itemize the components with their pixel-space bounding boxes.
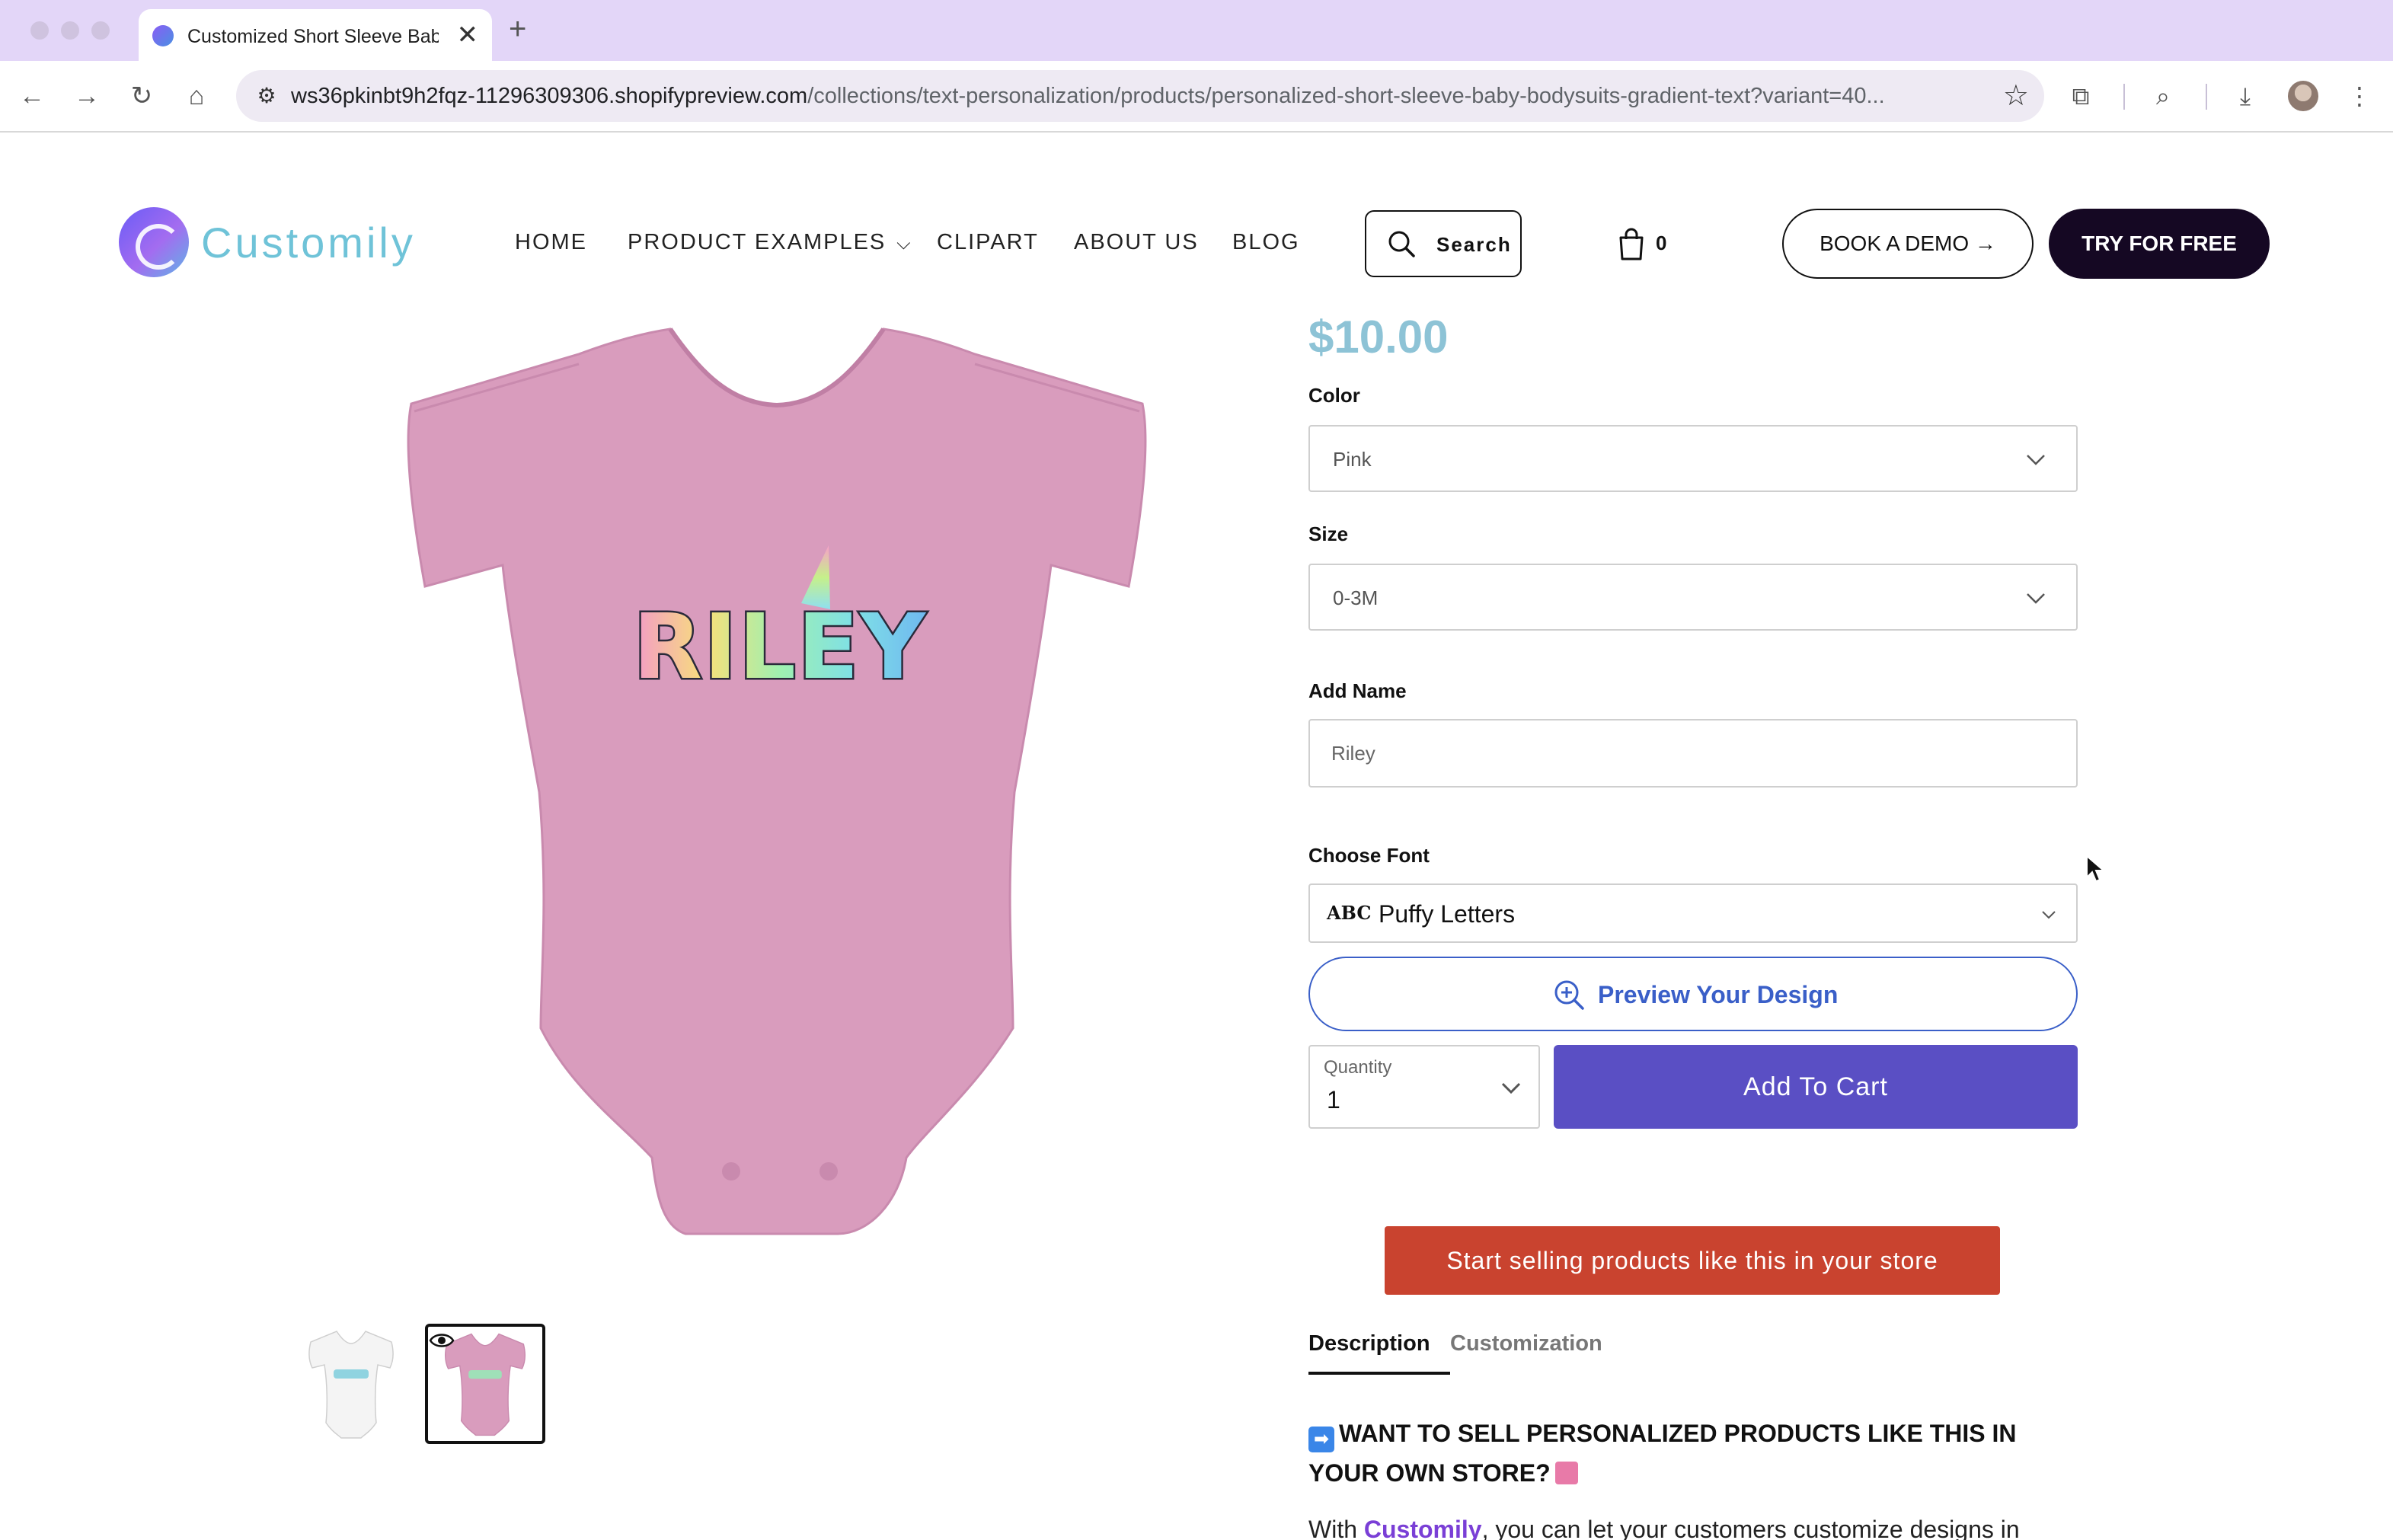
font-label: Choose Font (1308, 844, 1430, 867)
window-minimize-dot[interactable] (61, 21, 79, 40)
back-icon[interactable]: ← (14, 78, 50, 114)
chevron-down-icon (2027, 593, 2045, 604)
window-close-dot[interactable] (30, 21, 49, 40)
description-body-suffix: , you can let your customers customize d… (1481, 1516, 2020, 1540)
thumbnail-white[interactable] (291, 1324, 411, 1444)
preview-design-label: Preview Your Design (1598, 981, 1839, 1008)
product-image[interactable]: RILEY (381, 320, 1165, 1249)
color-select-value: Pink (1333, 448, 1372, 471)
favicon-icon (152, 25, 174, 46)
window-zoom-dot[interactable] (91, 21, 110, 40)
new-tab-icon[interactable]: + (509, 12, 526, 46)
product-tabs: Description Customization (1308, 1325, 2078, 1379)
size-label: Size (1308, 522, 1349, 545)
home-icon[interactable]: ⌂ (178, 78, 215, 114)
tab-description[interactable]: Description (1308, 1331, 1450, 1375)
nav-clipart[interactable]: CLIPART (937, 230, 1039, 255)
name-label: Add Name (1308, 679, 1407, 702)
nav-blog[interactable]: BLOG (1232, 230, 1300, 255)
tab-customization[interactable]: Customization (1450, 1331, 1602, 1356)
site-info-icon[interactable]: ⚙ (250, 79, 283, 113)
star-icon[interactable]: ☆ (2003, 78, 2029, 114)
cart-icon[interactable] (1616, 227, 1647, 260)
description-body: With Customily, you can let your custome… (1308, 1514, 2078, 1540)
design-text: RILEY (633, 594, 927, 699)
description-heading-text: WANT TO SELL PERSONALIZED PRODUCTS LIKE … (1308, 1420, 2017, 1487)
address-bar[interactable]: ⚙ ws36pkinbt9h2fqz-11296309306.shopifypr… (236, 70, 2044, 122)
nav-about[interactable]: ABOUT US (1074, 230, 1199, 255)
logo-icon[interactable] (119, 207, 189, 277)
add-to-cart-button[interactable]: Add To Cart (1554, 1045, 2078, 1129)
extensions-icon[interactable]: ⧉ (2062, 78, 2099, 114)
reload-icon[interactable]: ↻ (123, 78, 160, 114)
browser-tab-bar: Customized Short Sleeve Bab ✕ + (0, 0, 2393, 61)
mouse-cursor-icon (2086, 855, 2105, 883)
onesie-shape (407, 327, 1147, 1235)
description-heading: ➡ WANT TO SELL PERSONALIZED PRODUCTS LIKE… (1308, 1414, 2078, 1493)
try-free-button[interactable]: TRY FOR FREE (2049, 209, 2270, 279)
chevron-down-icon (2042, 911, 2056, 919)
start-selling-button[interactable]: Start selling products like this in your… (1385, 1226, 2000, 1295)
menu-icon[interactable]: ⋮ (2341, 78, 2378, 114)
url-path: /collections/text-personalization/produc… (807, 84, 1885, 108)
description-body-prefix: With (1308, 1516, 1364, 1540)
forward-icon[interactable]: → (69, 78, 105, 114)
arrow-right-icon: ➡ (1308, 1427, 1334, 1452)
color-label: Color (1308, 384, 1360, 407)
thumbnail-pink[interactable] (425, 1324, 545, 1444)
thumbnail-white-onesie (308, 1331, 394, 1439)
toolbar-separator (2123, 84, 2125, 110)
search-button[interactable]: Search (1365, 210, 1522, 277)
nav-home[interactable]: HOME (515, 230, 587, 255)
chevron-down-icon: ⌵ (896, 233, 912, 254)
tab-close-icon[interactable]: ✕ (457, 20, 479, 50)
quantity-value: 1 (1327, 1086, 1340, 1113)
font-preview-icon: ABC (1327, 902, 1372, 924)
preview-design-button[interactable]: Preview Your Design (1308, 957, 2078, 1031)
quantity-select[interactable]: Quantity 1 (1308, 1045, 1540, 1129)
tab-search-icon[interactable]: ⌕ (2145, 78, 2181, 114)
nav-product-examples[interactable]: PRODUCT EXAMPLES ⌵ (628, 230, 912, 255)
eye-icon (429, 1334, 455, 1347)
font-select[interactable]: ABC Puffy Letters (1308, 883, 2078, 943)
browser-tab[interactable]: Customized Short Sleeve Bab ✕ (139, 9, 492, 61)
search-icon (1388, 231, 1415, 257)
customily-link[interactable]: Customily (1364, 1516, 1482, 1540)
zoom-in-icon (1554, 980, 1584, 1010)
url-text[interactable]: ws36pkinbt9h2fqz-11296309306.shopifyprev… (291, 84, 1982, 109)
book-demo-button[interactable]: BOOK A DEMO → (1782, 209, 2034, 279)
chevron-down-icon (2027, 455, 2045, 465)
browser-toolbar: ← → ↻ ⌂ ⚙ ws36pkinbt9h2fqz-11296309306.s… (0, 61, 2393, 133)
logo-text[interactable]: Customily (201, 218, 416, 267)
product-price: $10.00 (1308, 312, 1449, 363)
chevron-down-icon (1501, 1082, 1521, 1094)
search-label: Search (1436, 233, 1512, 256)
url-host: ws36pkinbt9h2fqz-11296309306.shopifyprev… (291, 84, 808, 108)
color-select[interactable]: Pink (1308, 425, 2078, 492)
shopping-bag-icon (1554, 1462, 1578, 1484)
tab-title: Customized Short Sleeve Bab (187, 26, 439, 47)
quantity-label: Quantity (1324, 1057, 1392, 1078)
nav-product-examples-label: PRODUCT EXAMPLES (628, 230, 887, 254)
cart-count: 0 (1656, 232, 1667, 254)
font-select-value: Puffy Letters (1379, 900, 1516, 928)
download-icon[interactable]: ⤓ (2227, 78, 2264, 114)
size-select[interactable]: 0-3M (1308, 564, 2078, 631)
toolbar-separator (2206, 84, 2207, 110)
name-input[interactable]: Riley (1308, 719, 2078, 788)
profile-avatar[interactable] (2288, 81, 2318, 111)
size-select-value: 0-3M (1333, 586, 1379, 609)
